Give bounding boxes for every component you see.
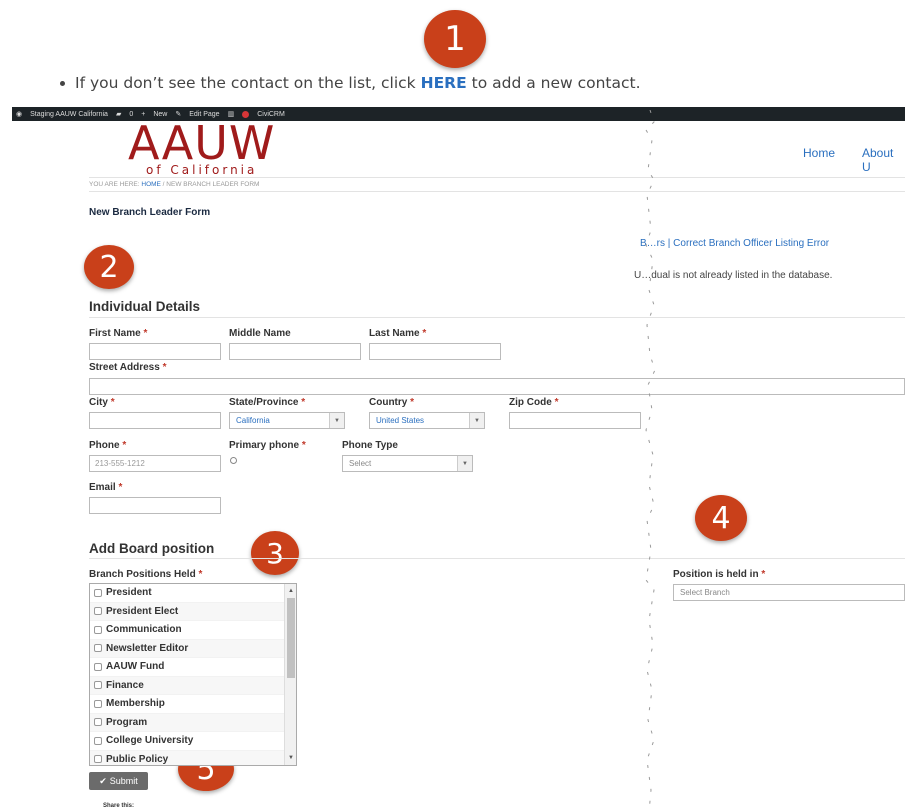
breadcrumb-current: / NEW BRANCH LEADER FORM — [160, 181, 260, 188]
last-name-label: Last Name * — [369, 328, 427, 339]
checkbox[interactable] — [94, 755, 102, 764]
list-item[interactable]: College University — [90, 732, 296, 751]
comments-icon[interactable]: ▰ — [116, 110, 121, 118]
section-divider — [89, 317, 905, 318]
branch-positions-label: Branch Positions Held * — [89, 569, 203, 580]
scrollbar-thumb[interactable] — [287, 598, 295, 678]
here-link[interactable]: HERE — [421, 74, 467, 92]
right-text: U…dual is not already listed in the data… — [634, 270, 833, 281]
section-add-board-position: Add Board position — [89, 541, 215, 556]
scroll-up-icon[interactable]: ▲ — [285, 586, 296, 596]
page-title: New Branch Leader Form — [89, 207, 211, 218]
list-item[interactable]: Communication — [90, 621, 296, 640]
list-item[interactable]: Finance — [90, 676, 296, 695]
annotation-badge-2: 2 — [84, 245, 134, 289]
first-name-input[interactable] — [89, 343, 221, 360]
branch-select[interactable]: Select Branch — [673, 584, 905, 601]
middle-name-input[interactable] — [229, 343, 361, 360]
note-suffix: to add a new contact. — [466, 74, 641, 92]
checkbox[interactable] — [94, 662, 102, 671]
email-input[interactable] — [89, 497, 221, 514]
list-item[interactable]: Program — [90, 713, 296, 732]
chevron-down-icon: ▼ — [329, 413, 344, 428]
phone-type-label: Phone Type — [342, 440, 398, 451]
breadcrumb: YOU ARE HERE: HOME / NEW BRANCH LEADER F… — [89, 181, 259, 188]
list-item[interactable]: Membership — [90, 695, 296, 714]
right-links[interactable]: B…rs | Correct Branch Officer Listing Er… — [640, 238, 829, 249]
annotation-badge-3: 3 — [251, 531, 299, 575]
nav-home[interactable]: Home — [803, 146, 835, 160]
email-label: Email * — [89, 482, 123, 493]
admin-site-name[interactable]: Staging AAUW California — [30, 111, 108, 118]
state-select[interactable]: California ▼ — [229, 412, 345, 429]
phone-input[interactable]: 213-555-1212 — [89, 455, 221, 472]
list-item[interactable]: President — [90, 584, 296, 603]
checkbox[interactable] — [94, 736, 102, 745]
zip-code-label: Zip Code * — [509, 397, 559, 408]
logo-sub: of California — [146, 163, 258, 177]
state-label: State/Province * — [229, 397, 306, 408]
zip-code-input[interactable] — [509, 412, 641, 429]
dashboard-icon[interactable]: ◉ — [16, 110, 22, 118]
last-name-input[interactable] — [369, 343, 501, 360]
header-divider — [89, 177, 905, 178]
country-select[interactable]: United States ▼ — [369, 412, 485, 429]
breadcrumb-divider — [89, 191, 905, 192]
primary-phone-label: Primary phone * — [229, 440, 306, 451]
city-label: City * — [89, 397, 115, 408]
check-icon: ✔ — [99, 775, 107, 786]
city-input[interactable] — [89, 412, 221, 429]
instruction-note: If you don’t see the contact on the list… — [60, 74, 641, 92]
primary-phone-radio[interactable] — [230, 457, 237, 464]
bullet-icon — [60, 81, 65, 86]
annotation-badge-4: 4 — [695, 495, 747, 541]
phone-type-select[interactable]: Select ▼ — [342, 455, 473, 472]
listbox-scrollbar[interactable]: ▲ ▼ — [284, 584, 296, 765]
section-divider — [89, 558, 905, 559]
list-item[interactable]: Public Policy — [90, 750, 296, 765]
checkbox[interactable] — [94, 681, 102, 690]
checkbox[interactable] — [94, 588, 102, 597]
breadcrumb-prefix: YOU ARE HERE: — [89, 181, 142, 188]
list-item[interactable]: President Elect — [90, 602, 296, 621]
torn-edge-decoration — [645, 110, 656, 812]
share-this-label: Share this: — [103, 803, 135, 809]
checkbox[interactable] — [94, 699, 102, 708]
annotation-badge-1: 1 — [424, 10, 486, 68]
note-prefix: If you don’t see the contact on the list… — [75, 74, 421, 92]
first-name-label: First Name * — [89, 328, 148, 339]
nav-about[interactable]: About U — [862, 146, 905, 174]
street-address-input[interactable] — [89, 378, 905, 395]
checkbox[interactable] — [94, 718, 102, 727]
chevron-down-icon: ▼ — [469, 413, 484, 428]
position-held-in-label: Position is held in * — [673, 569, 766, 580]
list-item[interactable]: AAUW Fund — [90, 658, 296, 677]
checkbox[interactable] — [94, 644, 102, 653]
section-individual-details: Individual Details — [89, 299, 201, 314]
country-label: Country * — [369, 397, 415, 408]
checkbox[interactable] — [94, 607, 102, 616]
checkbox[interactable] — [94, 625, 102, 634]
branch-positions-listbox[interactable]: President President Elect Communication … — [89, 583, 297, 766]
breadcrumb-home[interactable]: HOME — [141, 181, 161, 188]
street-address-label: Street Address * — [89, 362, 167, 373]
submit-button[interactable]: ✔ Submit — [89, 772, 148, 790]
list-item[interactable]: Newsletter Editor — [90, 639, 296, 658]
phone-label: Phone * — [89, 440, 127, 451]
logo-main: AAUW — [128, 116, 276, 170]
scroll-down-icon[interactable]: ▼ — [285, 753, 296, 763]
middle-name-label: Middle Name — [229, 328, 291, 339]
site-logo[interactable]: AAUW of California — [128, 116, 276, 177]
chevron-down-icon: ▼ — [457, 456, 472, 471]
